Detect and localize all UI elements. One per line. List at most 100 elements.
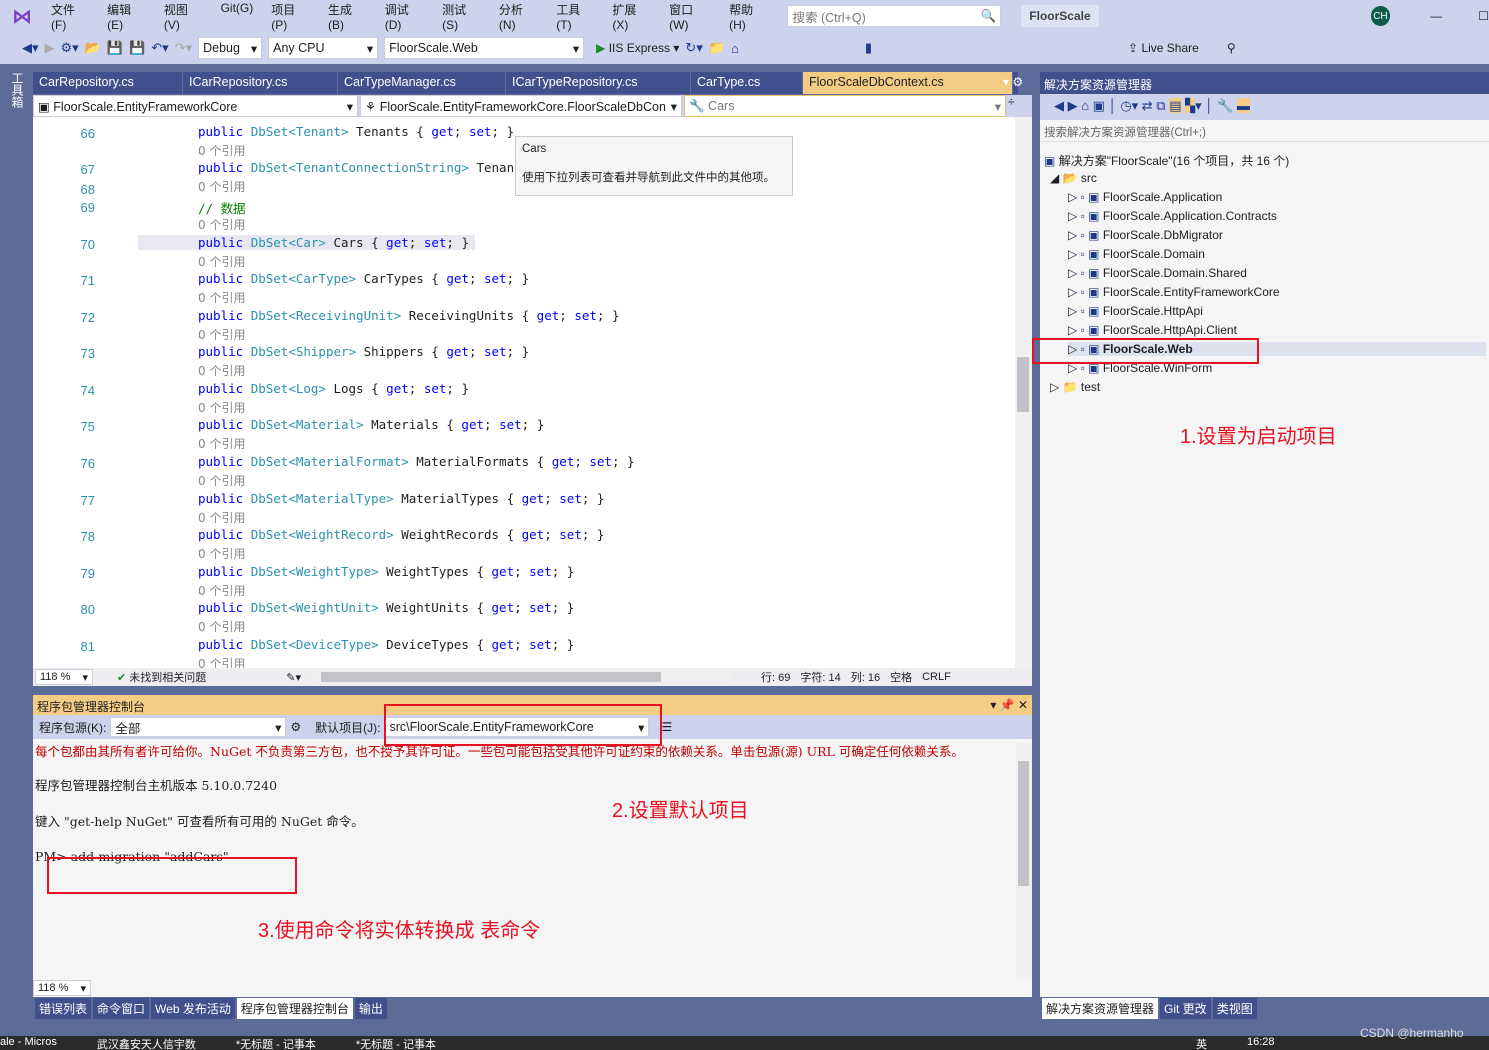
project-dropdown[interactable]: ▣ FloorScale.EntityFrameworkCore ▾ (33, 95, 358, 117)
reference-count[interactable]: 0 个引用 (198, 253, 245, 270)
pmc-output[interactable]: 每个包都由其所有者许可给你。NuGet 不负责第三方包，也不授予其许可证。一些包… (35, 743, 1015, 866)
document-tab[interactable]: ICarTypeRepository.cs (506, 72, 691, 94)
horizontal-scrollbar[interactable] (311, 672, 732, 682)
reference-count[interactable]: 0 个引用 (198, 545, 245, 562)
document-tab[interactable]: CarRepository.cs (33, 72, 183, 94)
menu-item[interactable]: 帮助(H) (720, 1, 777, 32)
code-editor[interactable]: 66 public DbSet<Tenant> Tenants { get; se… (33, 117, 1015, 668)
maximize-button[interactable]: ☐ (1478, 9, 1489, 23)
reference-count[interactable]: 0 个引用 (198, 618, 245, 635)
taskbar-item[interactable]: ale - Micros (0, 1036, 57, 1050)
browser-icon[interactable]: ⌂ (731, 41, 739, 56)
issues-status[interactable]: ✔ 未找到相关问题 (117, 669, 206, 685)
settings-icon[interactable]: ⚙ (290, 720, 301, 734)
bottom-tab[interactable]: Web 发布活动 (151, 998, 235, 1019)
package-source-dropdown[interactable]: 全部 ▾ (110, 717, 287, 737)
pmc-window-controls[interactable]: ▾ 📌 ✕ (990, 698, 1028, 712)
menu-item[interactable]: 生成(B) (319, 1, 376, 32)
menu-item[interactable]: 编辑(E) (98, 1, 155, 32)
project-node[interactable]: ▷ ▫ ▣ FloorScale.EntityFrameworkCore (1068, 285, 1280, 299)
clear-icon[interactable]: ☰ (661, 720, 672, 734)
document-tab[interactable]: ICarRepository.cs (183, 72, 338, 94)
open-icon[interactable]: 📂 (85, 40, 101, 56)
ime-indicator[interactable]: 英 (1196, 1036, 1207, 1050)
feedback-icon[interactable]: ⚲ (1227, 41, 1236, 55)
bottom-tab[interactable]: 程序包管理器控制台 (236, 998, 353, 1019)
project-node[interactable]: ▷ ▫ ▣ FloorScale.Application.Contracts (1068, 209, 1277, 223)
menu-item[interactable]: 工具(T) (547, 1, 603, 32)
project-node[interactable]: ▷ ▫ ▣ FloorScale.HttpApi (1068, 304, 1203, 318)
new-project-icon[interactable]: ⚙▾ (61, 40, 79, 56)
reference-count[interactable]: 0 个引用 (198, 362, 245, 379)
search-input[interactable]: 搜索 (Ctrl+Q) 🔍 (787, 5, 1002, 27)
reference-count[interactable]: 0 个引用 (198, 655, 245, 668)
forward-icon[interactable]: ▶ (45, 40, 55, 56)
reference-count[interactable]: 0 个引用 (198, 582, 245, 599)
save-all-icon[interactable]: 💾 (129, 40, 145, 56)
pmc-scrollbar[interactable] (1016, 743, 1032, 979)
editor-scrollbar[interactable] (1015, 117, 1032, 668)
save-icon[interactable]: 💾 (107, 40, 123, 56)
project-node[interactable]: ▷ ▫ ▣ FloorScale.DbMigrator (1068, 228, 1223, 242)
reference-count[interactable]: 0 个引用 (198, 216, 245, 233)
reference-count[interactable]: 0 个引用 (198, 399, 245, 416)
minimize-button[interactable]: — (1430, 9, 1442, 23)
se-tab[interactable]: 解决方案资源管理器 (1042, 998, 1159, 1019)
menu-item[interactable]: Git(G) (212, 1, 263, 32)
reference-count[interactable]: 0 个引用 (198, 509, 245, 526)
member-dropdown[interactable]: 🔧 Cars ▾ (684, 95, 1006, 117)
bottom-tab[interactable]: 错误列表 (35, 998, 92, 1019)
project-node[interactable]: ▷ ▫ ▣ FloorScale.Domain (1068, 247, 1205, 261)
eol-indicator[interactable]: CRLF (922, 671, 951, 683)
bookmark-icon[interactable]: ▮ (865, 40, 872, 56)
tab-menu-icon[interactable]: ▾ ⚙ (1003, 75, 1023, 89)
menu-item[interactable]: 窗口(W) (660, 1, 720, 32)
reference-count[interactable]: 0 个引用 (198, 178, 245, 195)
whitespace-indicator[interactable]: 空格 (890, 669, 912, 685)
folder-src[interactable]: ◢ 📂 src (1050, 171, 1097, 185)
taskbar-item[interactable]: *无标题 - 记事本 (236, 1036, 316, 1050)
document-tab[interactable]: CarType.cs (691, 72, 803, 94)
bottom-tab[interactable]: 输出 (354, 998, 387, 1019)
se-tab[interactable]: Git 更改 (1160, 998, 1211, 1019)
reference-count[interactable]: 0 个引用 (198, 472, 245, 489)
zoom-dropdown[interactable]: 118 % ▾ (35, 669, 93, 685)
refresh-icon[interactable]: ↻▾ (685, 40, 702, 56)
folder-search-icon[interactable]: 📁 (709, 40, 725, 56)
undo-icon[interactable]: ↶▾ (151, 40, 168, 56)
startup-project-dropdown[interactable]: FloorScale.Web ▾ (384, 37, 585, 59)
taskbar-item[interactable]: 武汉鑫安天人信宇数 (97, 1036, 196, 1050)
menu-item[interactable]: 视图(V) (155, 1, 212, 32)
document-tab[interactable]: FloorScaleDbContext.cs (803, 72, 1013, 94)
reference-count[interactable]: 0 个引用 (198, 435, 245, 452)
split-icon[interactable]: ÷ (1008, 95, 1015, 117)
redo-icon[interactable]: ↷▾ (175, 40, 192, 56)
solution-node[interactable]: ▣ 解决方案"FloorScale"(16 个项目，共 16 个) (1044, 152, 1289, 169)
back-icon[interactable]: ◀▾ (22, 40, 39, 56)
menu-item[interactable]: 文件(F) (42, 1, 98, 32)
document-tab[interactable]: CarTypeManager.cs (338, 72, 506, 94)
class-dropdown[interactable]: ⚘ FloorScale.EntityFrameworkCore.FloorSc… (360, 95, 682, 117)
bottom-tab[interactable]: 命令窗口 (93, 998, 150, 1019)
menu-item[interactable]: 扩展(X) (603, 1, 660, 32)
brush-icon[interactable]: ✎▾ (286, 671, 301, 684)
menu-item[interactable]: 分析(N) (490, 1, 547, 32)
platform-dropdown[interactable]: Any CPU ▾ (268, 37, 379, 59)
config-dropdown[interactable]: Debug ▾ (198, 37, 263, 59)
folder-test[interactable]: ▷ 📁 test (1050, 380, 1100, 394)
taskbar-item[interactable]: *无标题 - 记事本 (356, 1036, 436, 1050)
run-button[interactable]: ▶ IIS Express ▾ (596, 41, 679, 55)
se-search[interactable]: 搜索解决方案资源管理器(Ctrl+;) (1040, 120, 1489, 142)
project-node[interactable]: ▷ ▫ ▣ FloorScale.Application (1068, 190, 1222, 204)
se-tab[interactable]: 类视图 (1212, 998, 1257, 1019)
toolbox-side-tab[interactable]: 工具箱 (8, 72, 26, 108)
reference-count[interactable]: 0 个引用 (198, 142, 245, 159)
menu-item[interactable]: 调试(D) (376, 1, 433, 32)
project-node[interactable]: ▷ ▫ ▣ FloorScale.Domain.Shared (1068, 266, 1247, 280)
project-node[interactable]: ▷ ▫ ▣ FloorScale.HttpApi.Client (1068, 323, 1237, 337)
menu-item[interactable]: 测试(S) (433, 1, 490, 32)
pmc-zoom-dropdown[interactable]: 118 % ▾ (33, 980, 91, 996)
reference-count[interactable]: 0 个引用 (198, 326, 245, 343)
live-share-button[interactable]: ⇪ Live Share (1128, 41, 1199, 55)
menu-item[interactable]: 项目(P) (262, 1, 319, 32)
